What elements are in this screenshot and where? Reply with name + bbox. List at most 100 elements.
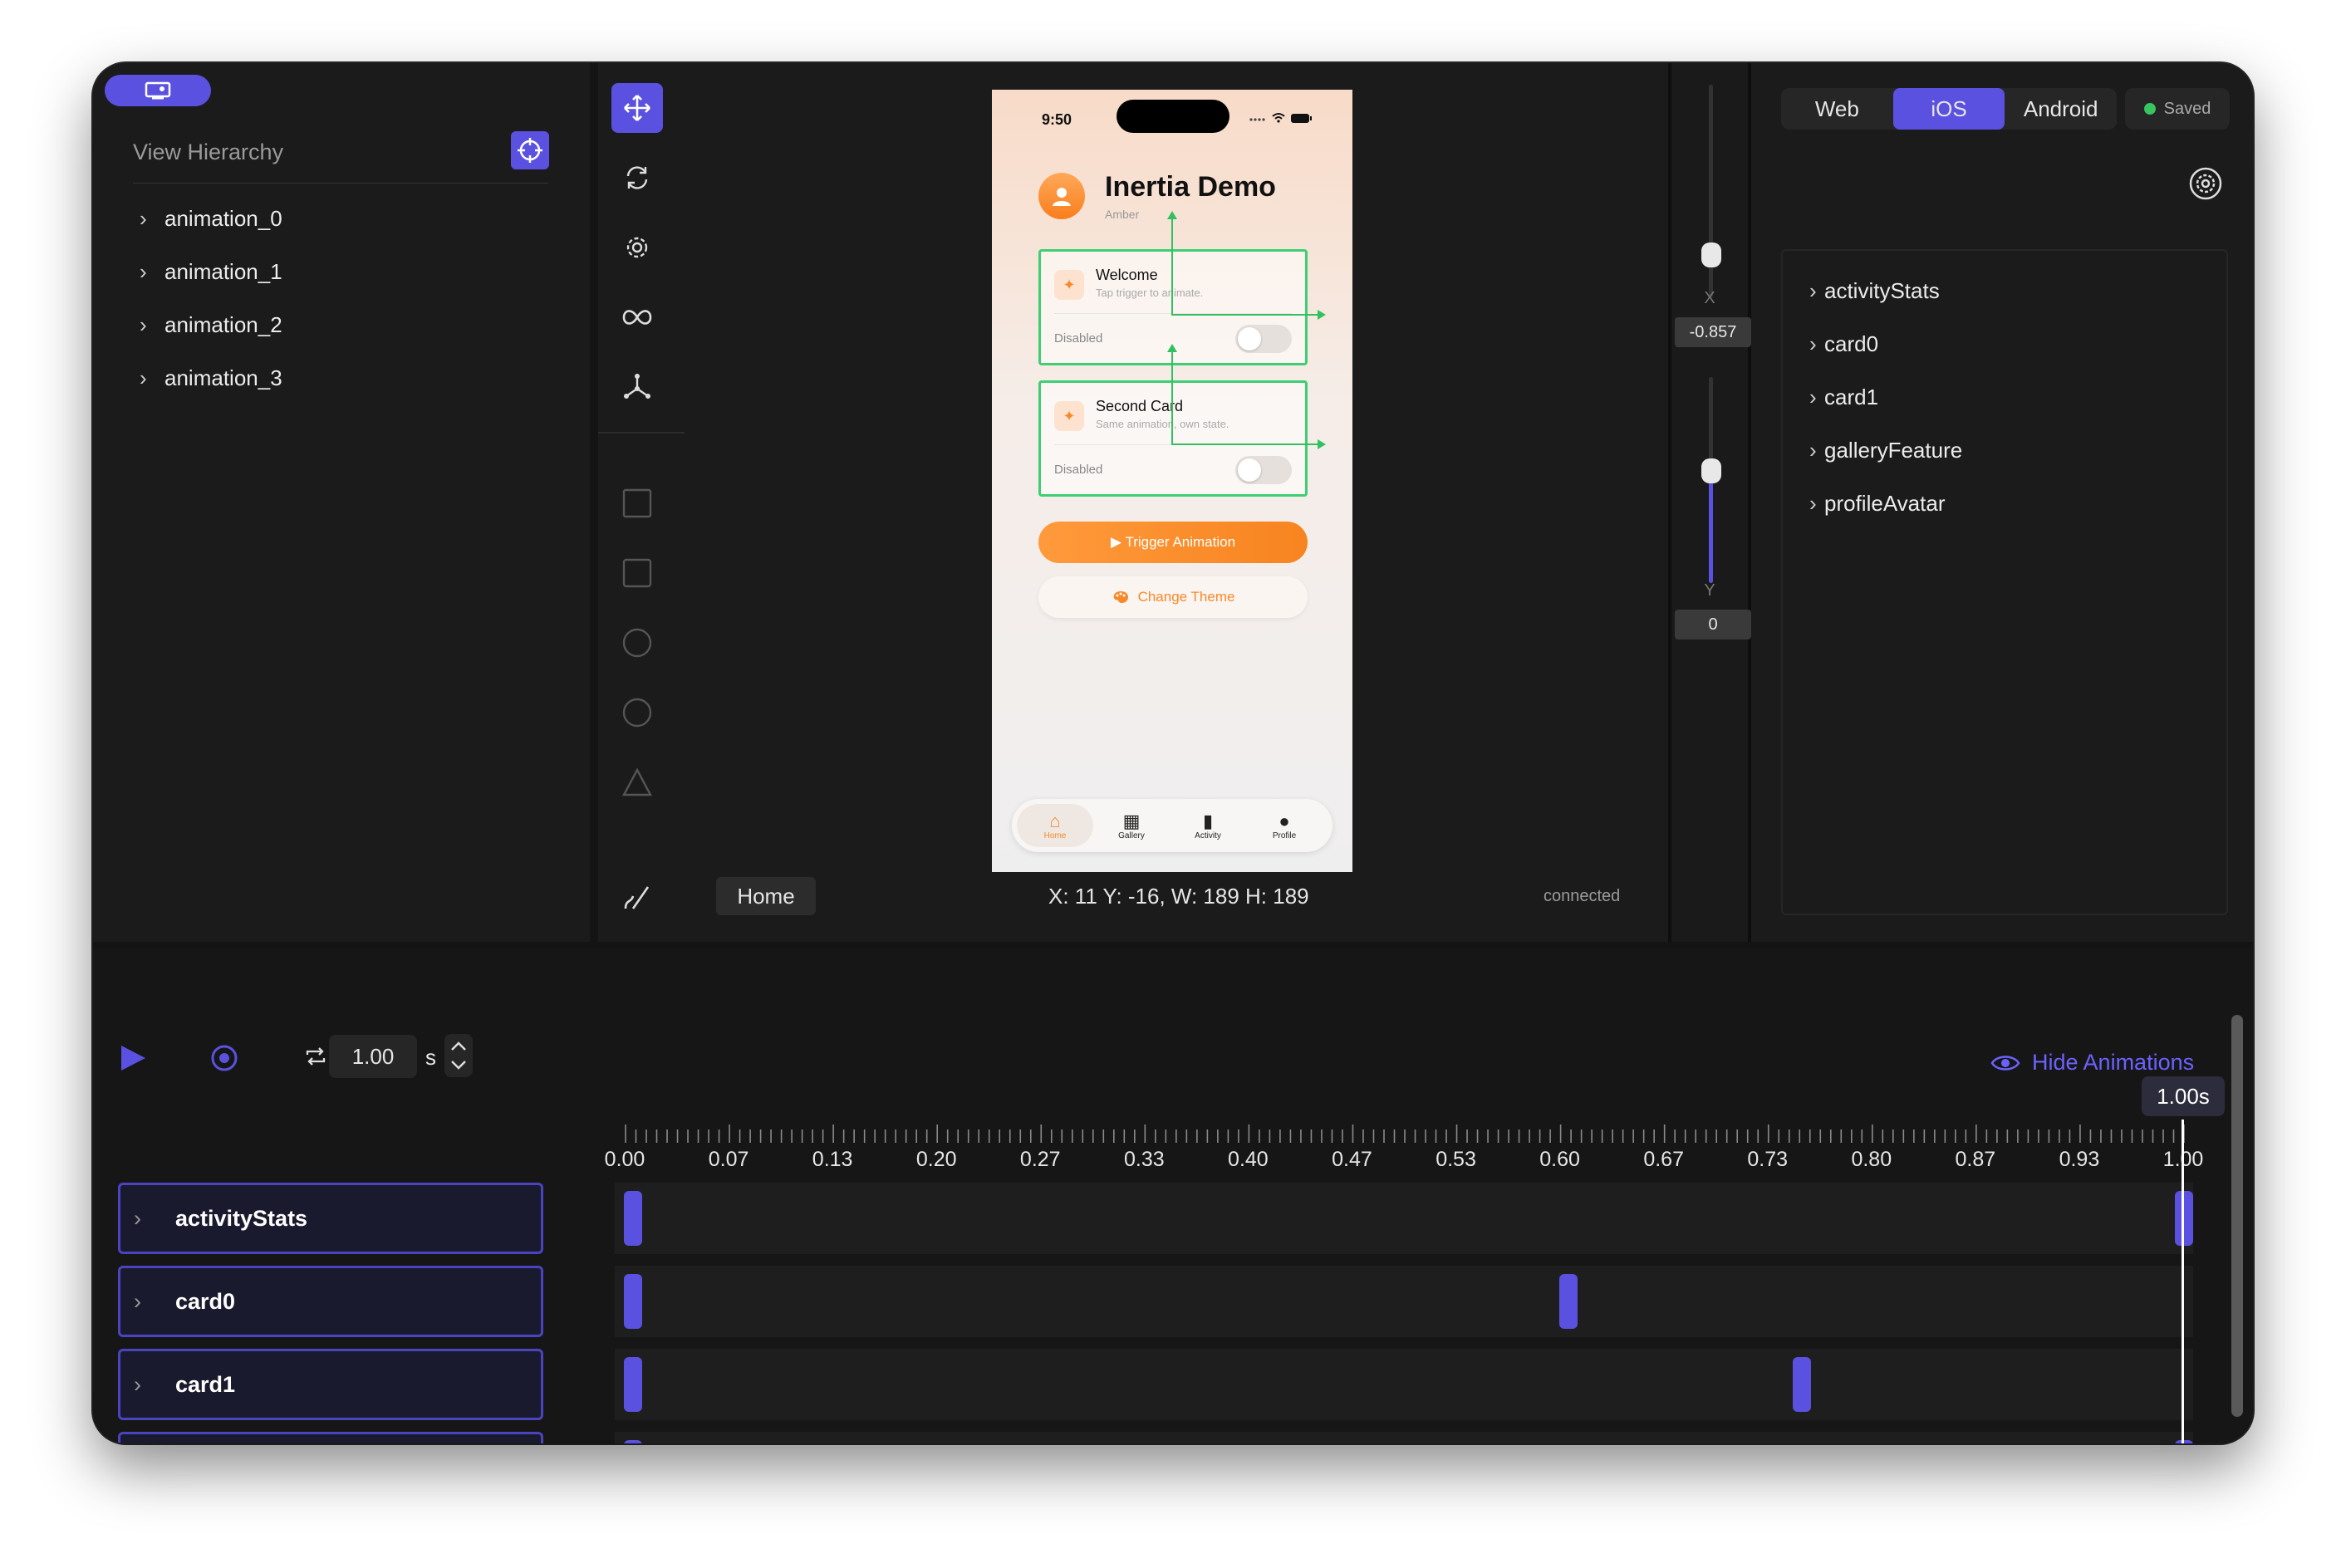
keyframe[interactable]: [624, 1191, 642, 1246]
triangle-tool[interactable]: [611, 757, 663, 807]
path-pen-icon: [624, 886, 650, 909]
circle-tool[interactable]: [611, 618, 663, 668]
platform-web-tab[interactable]: Web: [1781, 88, 1893, 130]
divider: [133, 183, 548, 184]
tree-item[interactable]: › animation_2: [140, 308, 282, 341]
platform-ios-tab[interactable]: iOS: [1892, 88, 2005, 130]
track-label-text: activityStats: [175, 1205, 308, 1231]
change-theme-button[interactable]: Change Theme: [1038, 576, 1308, 618]
tree-item[interactable]: › animation_1: [140, 255, 282, 288]
save-status-badge: Saved: [2125, 88, 2230, 130]
tree-item[interactable]: › animation_0: [140, 202, 282, 235]
keyframe[interactable]: [624, 1357, 642, 1412]
timeline-lane[interactable]: [615, 1266, 2193, 1337]
record-button[interactable]: [209, 1043, 239, 1077]
vertical-scrollbar[interactable]: [2231, 1015, 2243, 1417]
spin-tool[interactable]: [611, 223, 663, 272]
layer-item[interactable]: › activityStats: [1809, 274, 1940, 307]
layer-item[interactable]: › galleryFeature: [1809, 434, 1962, 467]
keyframe[interactable]: [624, 1440, 642, 1443]
square-icon: [622, 488, 652, 518]
panel-title: View Hierarchy: [133, 140, 284, 164]
properties-panel: Web iOS Android Saved › activityStats › ca…: [1756, 63, 2253, 942]
crosshair-button[interactable]: [511, 131, 549, 169]
nodes-tool[interactable]: [611, 362, 663, 412]
keyframe[interactable]: [2175, 1440, 2193, 1443]
platform-android-tab[interactable]: Android: [2005, 88, 2117, 130]
ellipse-tool[interactable]: [611, 688, 663, 737]
x-slider-knob[interactable]: [1701, 243, 1721, 267]
save-status-label: Saved: [2163, 99, 2211, 118]
rotate-tool[interactable]: [611, 153, 663, 203]
y-slider-knob[interactable]: [1701, 458, 1721, 483]
tab-gallery[interactable]: ▦ Gallery: [1093, 804, 1170, 847]
keyframe[interactable]: [624, 1274, 642, 1329]
timeline-lane[interactable]: [615, 1432, 2193, 1443]
tab-profile[interactable]: ● Profile: [1246, 804, 1323, 847]
chevron-right-icon: ›: [1809, 331, 1817, 356]
crosshair-icon: [518, 138, 542, 163]
circle-icon: [622, 698, 652, 728]
tree-item[interactable]: › animation_3: [140, 361, 282, 394]
tool-column: [598, 63, 685, 942]
chevron-right-icon: ›: [134, 1205, 141, 1231]
playhead-time-badge: 1.00s: [2142, 1076, 2225, 1116]
duration-input[interactable]: 1.00: [329, 1035, 417, 1078]
track-label[interactable]: › activityStats: [118, 1183, 543, 1254]
track-label-text: card1: [175, 1371, 236, 1397]
track-label[interactable]: › card1: [118, 1349, 543, 1420]
settings-button[interactable]: [2188, 166, 2223, 205]
keyframe[interactable]: [1558, 1274, 1578, 1329]
grid-icon: ▦: [1122, 810, 1141, 831]
track-label-text: card0: [175, 1288, 236, 1314]
chevron-right-icon: ›: [1809, 384, 1817, 409]
layer-item-label: card1: [1824, 384, 1879, 409]
stepper-icon: [444, 1034, 473, 1077]
move-tool[interactable]: [611, 83, 663, 133]
playhead[interactable]: [2182, 1120, 2184, 1443]
layer-item[interactable]: › profileAvatar: [1809, 487, 1946, 520]
track-label[interactable]: ›galleryFeature: [118, 1432, 543, 1443]
phone-preview[interactable]: 9:50 Inertia Demo Amber ✦ Welcome Tap tr…: [992, 90, 1352, 872]
chevron-right-icon: ›: [140, 258, 147, 284]
timeline-lane[interactable]: [615, 1349, 2193, 1420]
y-slider-label: Y: [1704, 581, 1715, 600]
tab-bar: ⌂ Home ▦ Gallery ▮ Activity ● Profile: [1012, 799, 1333, 852]
y-value-field[interactable]: 0: [1675, 610, 1751, 639]
hide-animations-label: Hide Animations: [2032, 1050, 2195, 1075]
tick-label: 0.13: [812, 1148, 853, 1171]
layer-item[interactable]: › card0: [1809, 327, 1878, 360]
rounded-rect-tool[interactable]: [611, 548, 663, 598]
layer-item[interactable]: › card1: [1809, 380, 1878, 414]
track-label[interactable]: › card0: [118, 1266, 543, 1337]
play-button[interactable]: [118, 1043, 148, 1077]
screen-selector-button[interactable]: Home: [716, 877, 816, 915]
divider: [598, 432, 685, 434]
trigger-animation-button[interactable]: ▶ Trigger Animation: [1038, 522, 1308, 563]
x-value-field[interactable]: -0.857: [1675, 317, 1751, 347]
play-icon: [121, 1046, 145, 1071]
layer-item-label: activityStats: [1824, 277, 1940, 303]
nodes-icon: [624, 374, 650, 399]
device-preview-button[interactable]: [105, 75, 211, 106]
loop-tool[interactable]: [611, 292, 663, 342]
rectangle-tool[interactable]: [611, 478, 663, 528]
loop-button[interactable]: [304, 1045, 327, 1072]
tab-label: Profile: [1272, 831, 1297, 840]
chevron-right-icon: ›: [134, 1288, 141, 1314]
tree-item-label: animation_1: [164, 258, 282, 284]
duration-stepper[interactable]: [444, 1033, 474, 1082]
tick-label: 0.53: [1436, 1148, 1476, 1171]
keyframe[interactable]: [1793, 1357, 1811, 1412]
tab-home[interactable]: ⌂ Home: [1017, 804, 1093, 847]
timeline-lane[interactable]: [615, 1183, 2193, 1254]
selection-coords: X: 11 Y: -16, W: 189 H: 189: [1048, 884, 1309, 909]
path-tool[interactable]: [611, 872, 663, 922]
tab-activity[interactable]: ▮ Activity: [1170, 804, 1246, 847]
duration-unit: s: [425, 1045, 436, 1070]
keyframe[interactable]: [2175, 1191, 2193, 1246]
palette-icon: [1113, 591, 1128, 603]
tree-item-label: animation_3: [164, 365, 282, 390]
eye-icon: [1990, 1055, 2020, 1071]
hide-animations-button[interactable]: Hide Animations: [1990, 1050, 2194, 1076]
